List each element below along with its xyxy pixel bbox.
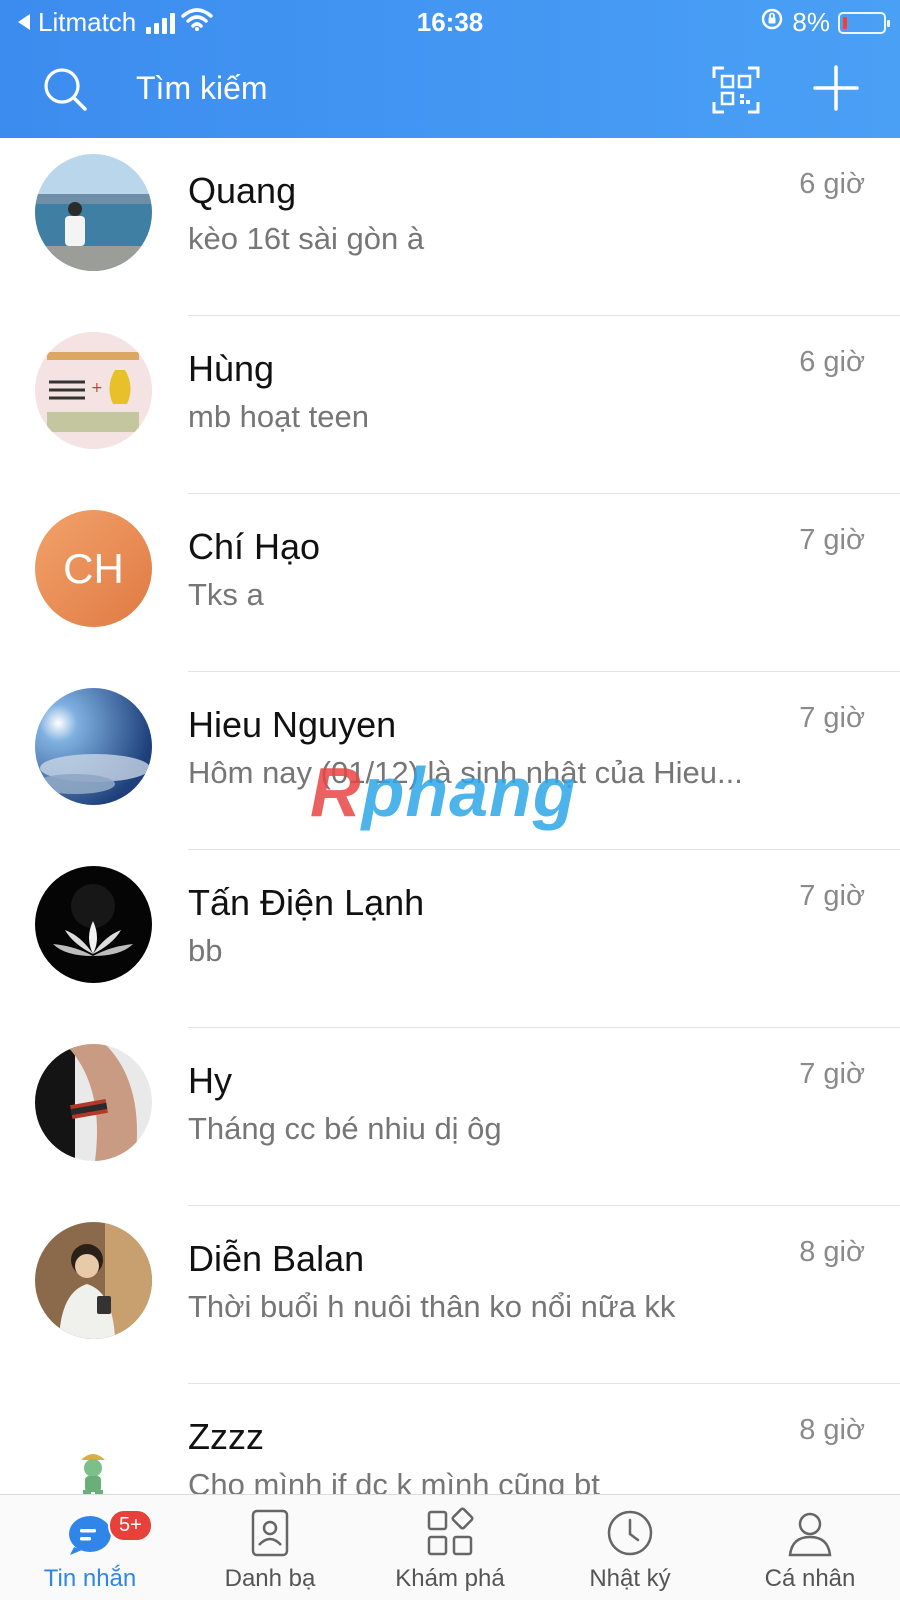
tab-label: Cá nhân [764, 1565, 856, 1592]
avatar: + [35, 332, 152, 449]
contact-name: Tấn Điện Lạnh [188, 882, 425, 923]
tab-label: Khám phá [395, 1565, 505, 1592]
unread-badge: 5+ [108, 1509, 153, 1542]
message-time: 7 giờ [799, 1058, 865, 1090]
conversation-row[interactable]: Hy Tháng cc bé nhiu dị ôg 7 giờ [0, 1028, 900, 1206]
status-right: 8% [760, 7, 890, 38]
discover-icon [427, 1507, 474, 1556]
avatar [35, 1044, 152, 1161]
contacts-icon [251, 1509, 289, 1557]
tab-messages[interactable]: 5+ Tin nhắn [0, 1495, 180, 1600]
avatar [35, 688, 152, 805]
tab-contacts[interactable]: Danh bạ [180, 1495, 360, 1600]
message-time: 6 giờ [799, 168, 865, 200]
avatar-sticker [35, 1400, 152, 1494]
search-row: Tìm kiếm [0, 56, 900, 126]
status-bar: Litmatch 16:38 8% [0, 0, 900, 44]
message-preview: Cho mình if dc k mình cũng bt [188, 1467, 600, 1494]
tab-diary[interactable]: Nhật ký [540, 1495, 720, 1600]
plus-icon[interactable] [812, 64, 860, 112]
contact-name: Quang [188, 170, 297, 211]
conversation-row[interactable]: Quang kèo 16t sài gòn à 6 giờ [0, 138, 900, 316]
tab-label: Danh bạ [224, 1565, 316, 1592]
conversation-row[interactable]: + Hùng mb hoạt teen 6 giờ [0, 316, 900, 494]
message-preview: kèo 16t sài gòn à [188, 221, 425, 256]
contact-name: Diễn Balan [188, 1238, 365, 1279]
chat-icon [69, 1516, 111, 1555]
search-icon[interactable] [42, 66, 88, 112]
search-input[interactable]: Tìm kiếm [136, 70, 268, 107]
conversation-row[interactable]: Tấn Điện Lạnh bb 7 giờ [0, 850, 900, 1028]
svg-text:+: + [91, 380, 103, 396]
message-time: 8 giờ [799, 1414, 865, 1446]
avatar [35, 866, 152, 983]
avatar [35, 1222, 152, 1339]
watermark-logo: Rphang [310, 753, 577, 831]
contact-name: Hy [188, 1060, 232, 1101]
contact-name: Hùng [188, 348, 275, 389]
message-time: 6 giờ [799, 346, 865, 378]
message-time: 7 giờ [799, 524, 865, 556]
tab-profile[interactable]: Cá nhân [720, 1495, 900, 1600]
battery-label: 8% [792, 7, 830, 37]
conversation-row[interactable]: CH Chí Hạo Tks a 7 giờ [0, 494, 900, 672]
message-time: 8 giờ [799, 1236, 865, 1268]
message-preview: bb [188, 933, 223, 968]
message-preview: Thời buổi h nuôi thân ko nổi nữa kk [188, 1289, 676, 1324]
bottom-tab-bar: 5+ Tin nhắn Danh bạ Khám phá Nhật ký Cá … [0, 1494, 900, 1600]
message-preview: Tháng cc bé nhiu dị ôg [188, 1111, 502, 1146]
rotation-lock-icon [760, 7, 784, 38]
conversation-row[interactable]: Zzzz Cho mình if dc k mình cũng bt 8 giờ [0, 1384, 900, 1494]
message-time: 7 giờ [799, 880, 865, 912]
avatar-initials: CH [35, 510, 152, 627]
qr-code-icon[interactable] [712, 66, 760, 114]
clock-icon [607, 1510, 653, 1556]
person-icon [788, 1512, 832, 1557]
avatar [35, 154, 152, 271]
tab-label: Nhật ký [589, 1565, 671, 1592]
top-header: Litmatch 16:38 8% Tìm kiếm [0, 0, 900, 138]
contact-name: Hieu Nguyen [188, 704, 397, 745]
battery-icon [838, 11, 890, 34]
message-preview: mb hoạt teen [188, 399, 369, 434]
tab-discover[interactable]: Khám phá [360, 1495, 540, 1600]
message-preview: Tks a [188, 577, 264, 612]
contact-name: Zzzz [188, 1416, 264, 1457]
contact-name: Chí Hạo [188, 526, 321, 567]
tab-label: Tin nhắn [43, 1565, 137, 1592]
message-time: 7 giờ [799, 702, 865, 734]
conversation-row[interactable]: Diễn Balan Thời buổi h nuôi thân ko nổi … [0, 1206, 900, 1384]
